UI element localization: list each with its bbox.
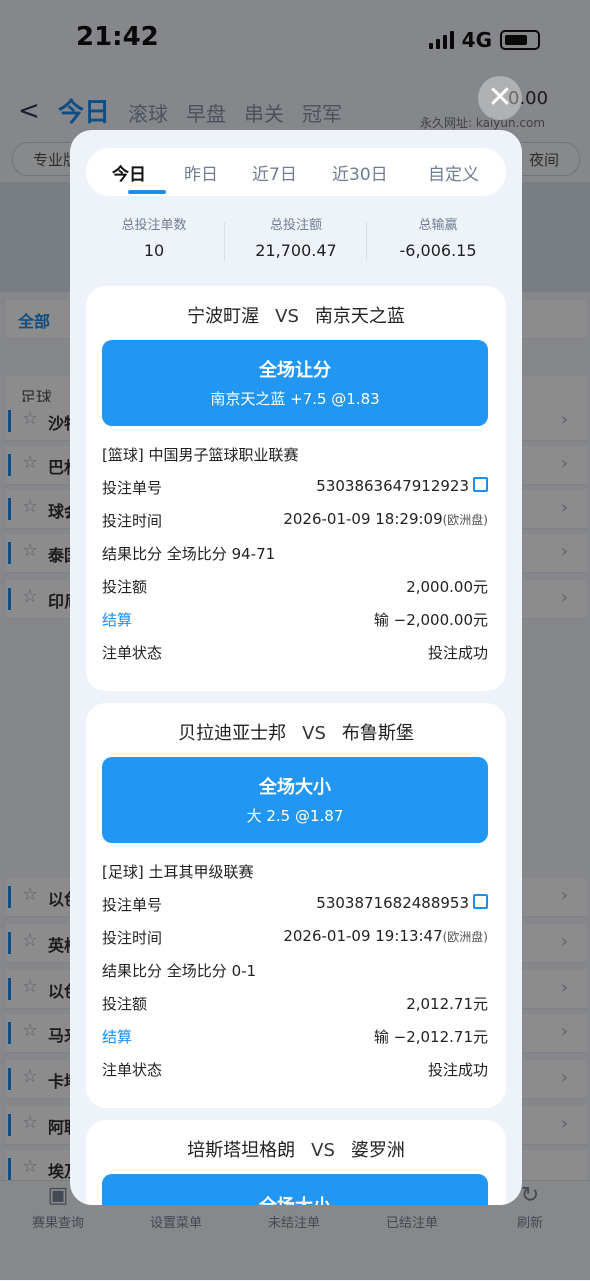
status-row: 注单状态 投注成功 bbox=[102, 644, 488, 662]
status-row: 注单状态 投注成功 bbox=[102, 1061, 488, 1079]
summary-amount: 总投注额 21,700.47 bbox=[255, 218, 337, 260]
away-team: 婆罗洲 bbox=[350, 1140, 405, 1161]
date-range-tabs: 今日 昨日 近7日 近30日 自定义 bbox=[86, 148, 506, 196]
bet-status: 投注成功 bbox=[427, 1061, 488, 1079]
divider bbox=[366, 222, 367, 260]
active-tab-indicator bbox=[128, 190, 166, 194]
tab-today[interactable]: 今日 bbox=[112, 160, 146, 185]
copy-icon[interactable] bbox=[473, 477, 488, 492]
vs-label: VS bbox=[275, 306, 299, 327]
tab-yesterday[interactable]: 昨日 bbox=[184, 160, 218, 185]
league-row: [篮球] 中国男子篮球职业联赛 bbox=[102, 446, 299, 464]
summary-count: 总投注单数 10 bbox=[121, 218, 187, 260]
market-name: 全场大小 bbox=[102, 1192, 488, 1205]
settle-amount: 输 −2,000.00元 bbox=[373, 611, 488, 629]
result-score: 全场比分 0-1 bbox=[166, 962, 257, 980]
order-number: 5303871682488953 bbox=[316, 894, 469, 912]
vs-label: VS bbox=[302, 723, 326, 744]
time-row: 投注时间 2026-01-09 19:13:47(欧洲盘) bbox=[102, 927, 488, 947]
bet-card: 宁波町渥 VS 南京天之蓝 全场让分 南京天之蓝 +7.5 @1.83 [篮球] 中… bbox=[86, 286, 506, 691]
league-row: [足球] 土耳其甲级联赛 bbox=[102, 863, 254, 881]
bet-selection-box: 全场让分 南京天之蓝 +7.5 @1.83 bbox=[102, 340, 488, 426]
time-row: 投注时间 2026-01-09 18:29:09(欧洲盘) bbox=[102, 510, 488, 530]
bet-card: 培斯塔坦格朗 VS 婆罗洲 全场大小 bbox=[86, 1120, 506, 1205]
tab-7-days[interactable]: 近7日 bbox=[252, 160, 297, 185]
tab-custom[interactable]: 自定义 bbox=[428, 160, 479, 185]
market-name: 全场让分 bbox=[259, 360, 331, 381]
away-team: 南京天之蓝 bbox=[314, 306, 405, 327]
close-icon[interactable]: ✕ bbox=[478, 76, 522, 120]
bet-card: 贝拉迪亚士邦 VS 布鲁斯堡 全场大小 大 2.5 @1.87 [足球] 土耳其甲级… bbox=[86, 703, 506, 1108]
tab-30-days[interactable]: 近30日 bbox=[332, 160, 388, 185]
result-score: 全场比分 94-71 bbox=[166, 545, 276, 563]
divider bbox=[224, 222, 225, 260]
market-name: 全场大小 bbox=[259, 777, 331, 798]
bet-amount: 2,012.71元 bbox=[406, 995, 488, 1013]
settle-row: 结算 输 −2,000.00元 bbox=[102, 611, 488, 629]
order-row: 投注单号 5303863647912923 bbox=[102, 477, 488, 501]
away-team: 布鲁斯堡 bbox=[341, 723, 414, 744]
bet-status: 投注成功 bbox=[427, 644, 488, 662]
bet-amount: 2,000.00元 bbox=[406, 578, 488, 596]
order-number: 5303863647912923 bbox=[316, 477, 469, 495]
amount-row: 投注额 2,012.71元 bbox=[102, 995, 488, 1013]
copy-icon[interactable] bbox=[473, 894, 488, 909]
settle-row: 结算 输 −2,012.71元 bbox=[102, 1028, 488, 1046]
bet-records-modal: 今日 昨日 近7日 近30日 自定义 总投注单数 10 总投注额 21,700.… bbox=[70, 130, 522, 1205]
selection: 南京天之蓝 +7.5 @1.83 bbox=[210, 390, 380, 408]
odds-type: (欧洲盘) bbox=[442, 513, 488, 527]
match-teams: 培斯塔坦格朗 VS 婆罗洲 bbox=[86, 1136, 506, 1162]
settle-amount: 输 −2,012.71元 bbox=[373, 1028, 488, 1046]
match-teams: 贝拉迪亚士邦 VS 布鲁斯堡 bbox=[86, 719, 506, 745]
vs-label: VS bbox=[311, 1140, 335, 1161]
home-team: 培斯塔坦格朗 bbox=[187, 1140, 296, 1161]
bet-time: 2026-01-09 19:13:47 bbox=[283, 927, 443, 945]
bet-selection-box: 全场大小 bbox=[102, 1174, 488, 1205]
summary-winloss: 总输赢 -6,006.15 bbox=[399, 218, 477, 260]
home-team: 贝拉迪亚士邦 bbox=[178, 723, 287, 744]
bet-time: 2026-01-09 18:29:09 bbox=[283, 510, 443, 528]
amount-row: 投注额 2,000.00元 bbox=[102, 578, 488, 596]
home-team: 宁波町渥 bbox=[187, 306, 260, 327]
order-row: 投注单号 5303871682488953 bbox=[102, 894, 488, 918]
score-row: 结果比分 全场比分 0-1 bbox=[102, 962, 257, 980]
bet-selection-box: 全场大小 大 2.5 @1.87 bbox=[102, 757, 488, 843]
odds-type: (欧洲盘) bbox=[442, 930, 488, 944]
selection: 大 2.5 @1.87 bbox=[246, 807, 344, 825]
score-row: 结果比分 全场比分 94-71 bbox=[102, 545, 276, 563]
match-teams: 宁波町渥 VS 南京天之蓝 bbox=[86, 302, 506, 328]
bet-summary: 总投注单数 10 总投注额 21,700.47 总输赢 -6,006.15 bbox=[84, 214, 508, 270]
